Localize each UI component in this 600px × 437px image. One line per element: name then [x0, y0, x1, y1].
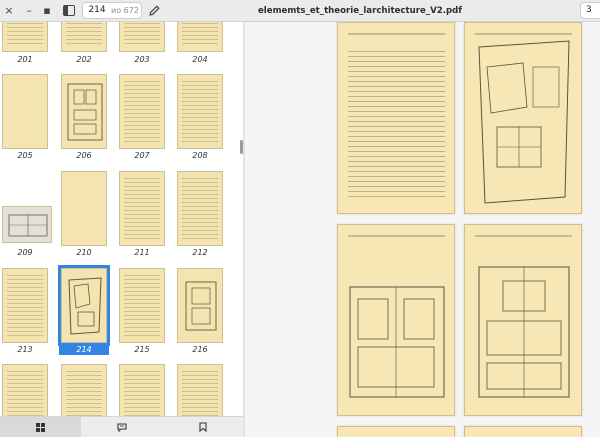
- thumbnail-page[interactable]: [61, 171, 107, 246]
- page-number-field[interactable]: 214 ио 672: [82, 2, 142, 19]
- page-label: 207: [134, 151, 150, 160]
- thumbnail-page[interactable]: [119, 268, 165, 343]
- zoom-field[interactable]: 3: [580, 2, 600, 19]
- header-bar: × – ▪ 214 ио 672 elememts_et_theorie_lar…: [0, 0, 600, 22]
- thumbnail-page[interactable]: [119, 74, 165, 149]
- section-drawing: [8, 214, 48, 237]
- page-label-selected: 214: [59, 345, 109, 355]
- site-plan-drawing: [478, 40, 570, 204]
- page-label: 208: [192, 151, 208, 160]
- annotations-icon: [116, 422, 127, 432]
- thumbnail-page-selected[interactable]: [58, 265, 110, 346]
- page-label: 212: [192, 248, 208, 257]
- page-label: 215: [134, 345, 150, 354]
- page-label: 213: [17, 345, 33, 354]
- sidebar-toggle-button[interactable]: [60, 2, 78, 19]
- document-page: [464, 426, 582, 437]
- thumbnail-page[interactable]: [2, 206, 52, 243]
- document-page: [464, 224, 582, 416]
- page-label: 209: [17, 248, 33, 257]
- thumbnail-page[interactable]: [61, 22, 107, 52]
- document-page: [337, 426, 455, 437]
- thumbnail-page[interactable]: [2, 74, 48, 149]
- current-page-input[interactable]: 214: [83, 3, 111, 18]
- minimize-icon[interactable]: –: [22, 3, 36, 19]
- thumbnail-page[interactable]: [177, 268, 223, 343]
- page-label: 206: [76, 151, 92, 160]
- thumbnail-page[interactable]: [2, 364, 48, 416]
- thumbnail-page[interactable]: [61, 364, 107, 416]
- document-view[interactable]: [245, 22, 600, 437]
- page-label: 205: [17, 151, 33, 160]
- floor-plan-drawing: [185, 281, 217, 331]
- thumbnail-page[interactable]: [177, 364, 223, 416]
- page-label: 203: [134, 55, 150, 64]
- document-page: [464, 22, 582, 214]
- document-page: [337, 224, 455, 416]
- page-label: 204: [192, 55, 208, 64]
- bookmark-icon: [198, 422, 207, 432]
- document-page: [337, 22, 455, 214]
- floor-plan-drawing: [478, 266, 570, 398]
- thumbnail-sidebar[interactable]: 201 202 203 204 205 206 207 208 209 210 …: [0, 22, 243, 416]
- thumbnail-page[interactable]: [2, 268, 48, 343]
- tab-bookmarks[interactable]: [162, 417, 243, 437]
- thumbnail-page[interactable]: [119, 171, 165, 246]
- thumbnail-page[interactable]: [119, 22, 165, 52]
- page-label: 202: [76, 55, 92, 64]
- thumbnail-page[interactable]: [177, 74, 223, 149]
- thumbnail-page[interactable]: [177, 171, 223, 246]
- page-label: 216: [192, 345, 208, 354]
- page-label: 201: [17, 55, 33, 64]
- sidebar-tabs: [0, 416, 243, 437]
- tab-annotations[interactable]: [81, 417, 162, 437]
- grid-icon: [36, 422, 45, 432]
- floor-plan-drawing: [67, 83, 103, 141]
- close-icon[interactable]: ×: [2, 3, 16, 19]
- edit-button[interactable]: [145, 2, 163, 19]
- page-count-label: ио 672: [111, 6, 139, 15]
- floor-plan-drawing: [349, 286, 445, 398]
- site-plan-drawing: [68, 277, 102, 335]
- page-label: 210: [76, 248, 92, 257]
- page-label: 211: [134, 248, 150, 257]
- thumbnail-page[interactable]: [177, 22, 223, 52]
- thumbnail-page[interactable]: [2, 22, 48, 52]
- thumbnail-page[interactable]: [119, 364, 165, 416]
- sidebar-toggle-icon: [63, 5, 75, 16]
- document-title: elememts_et_theorie_larchitecture_V2.pdf: [257, 6, 463, 16]
- pencil-icon: [148, 5, 160, 16]
- thumbnail-page[interactable]: [61, 74, 107, 149]
- maximize-icon[interactable]: ▪: [40, 3, 54, 19]
- tab-thumbnails[interactable]: [0, 417, 81, 437]
